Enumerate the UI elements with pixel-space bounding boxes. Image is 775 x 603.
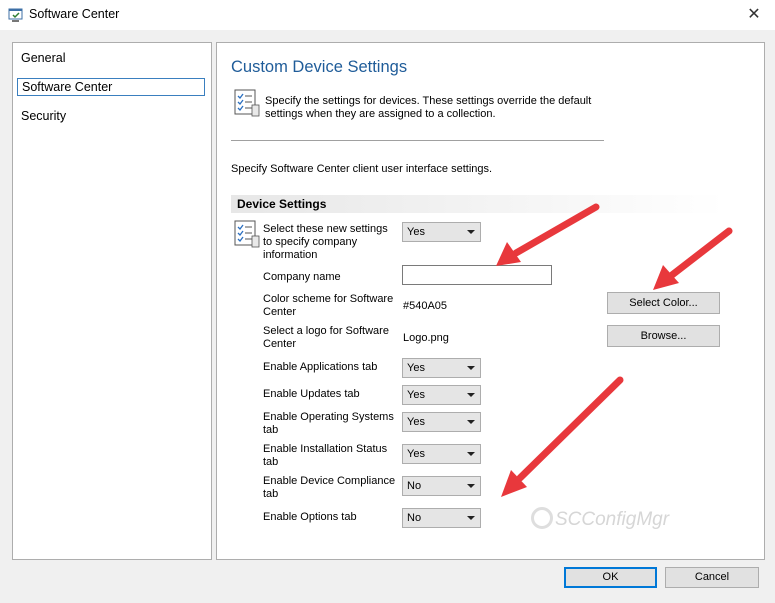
window-icon [8,8,23,22]
options-tab-combo[interactable]: No [402,508,481,528]
combo-arrow-icon [467,393,475,397]
combo-arrow-icon [467,420,475,424]
options-tab-value: No [407,512,422,524]
install-status-tab-combo[interactable]: Yes [402,444,481,464]
watermark: SCConfigMgr [555,509,670,530]
select-color-button[interactable]: Select Color... [607,292,720,314]
divider [231,140,604,141]
install-status-tab-label: Enable Installation Status tab [263,443,388,468]
select-settings-combo[interactable]: Yes [402,222,481,242]
os-tab-value: Yes [407,416,425,428]
color-scheme-label: Color scheme for Software Center [263,293,394,318]
applications-tab-combo[interactable]: Yes [402,358,481,378]
navigation-pane: General Software Center Security [12,42,212,560]
device-compliance-tab-label: Enable Device Compliance tab [263,475,396,500]
window-title: Software Center [29,7,120,21]
section-description: Specify Software Center client user inte… [231,163,493,175]
nav-item-security[interactable]: Security [17,107,205,125]
settings-list-icon [234,89,260,117]
watermark-logo-icon [531,507,553,529]
applications-tab-label: Enable Applications tab [263,361,378,373]
device-settings-header: Device Settings [231,195,725,213]
combo-arrow-icon [467,452,475,456]
page-title: Custom Device Settings [231,58,408,76]
settings-list-icon [234,220,260,248]
nav-item-software-center[interactable]: Software Center [17,78,205,96]
nav-item-general[interactable]: General [17,49,205,67]
combo-arrow-icon [467,366,475,370]
browse-button[interactable]: Browse... [607,325,720,347]
device-compliance-tab-combo[interactable]: No [402,476,481,496]
updates-tab-label: Enable Updates tab [263,388,360,400]
install-status-tab-value: Yes [407,448,425,460]
company-name-input[interactable] [402,265,552,285]
select-settings-value: Yes [407,226,425,238]
updates-tab-value: Yes [407,389,425,401]
close-icon[interactable]: ✕ [739,3,769,27]
logo-label: Select a logo for Software Center [263,325,389,350]
updates-tab-combo[interactable]: Yes [402,385,481,405]
logo-value: Logo.png [403,332,449,344]
cancel-button[interactable]: Cancel [665,567,759,588]
combo-arrow-icon [467,516,475,520]
options-tab-label: Enable Options tab [263,511,357,523]
title-bar: Software Center ✕ [0,0,775,30]
settings-pane: Custom Device Settings Specify the setti… [216,42,765,560]
os-tab-label: Enable Operating Systems tab [263,411,394,436]
combo-arrow-icon [467,230,475,234]
os-tab-combo[interactable]: Yes [402,412,481,432]
company-name-label: Company name [263,271,341,283]
color-scheme-value: #540A05 [403,300,448,312]
combo-arrow-icon [467,484,475,488]
ok-button[interactable]: OK [564,567,657,588]
applications-tab-value: Yes [407,362,425,374]
intro-text: Specify the settings for devices. These … [265,95,592,120]
select-settings-label: Select these new settings to specify com… [263,223,388,261]
device-compliance-tab-value: No [407,480,422,492]
